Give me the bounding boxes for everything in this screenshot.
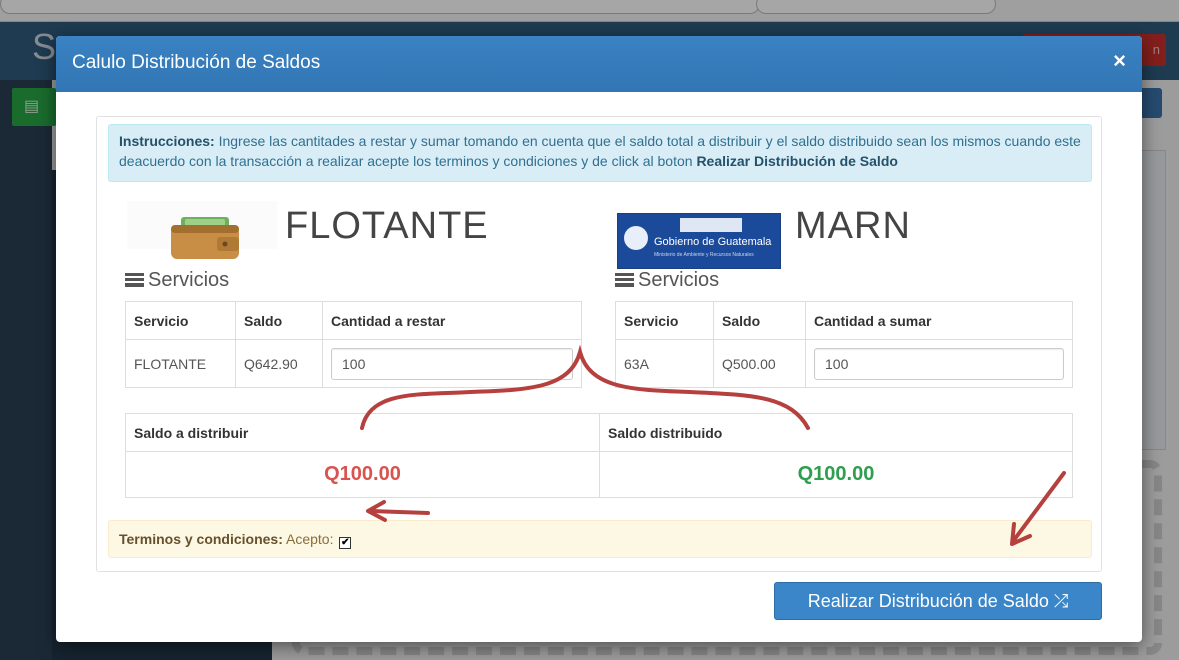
building-icon — [680, 218, 742, 232]
cell-servicio: 63A — [615, 339, 714, 388]
modal-header: Calulo Distribución de Saldos × — [56, 36, 1142, 92]
saldo-distribuido-header: Saldo distribuido — [599, 413, 1073, 452]
modal-body: Instrucciones: Ingrese las cantitades a … — [96, 116, 1102, 572]
terms-accept-label: Acepto: — [282, 531, 334, 547]
terms-checkbox[interactable]: ✔ — [339, 537, 352, 549]
col-saldo: Saldo — [713, 301, 806, 340]
instructions-action-name: Realizar Distribución de Saldo — [696, 153, 898, 169]
close-icon[interactable]: × — [1113, 48, 1126, 74]
list-icon — [615, 273, 634, 287]
cell-cantidad — [322, 339, 582, 388]
right-services-table: Servicio Saldo Cantidad a sumar 63A Q500… — [615, 301, 1073, 388]
modal-title: Calulo Distribución de Saldos — [72, 52, 321, 73]
submit-label: Realizar Distribución de Saldo — [807, 591, 1049, 611]
col-cantidad-restar: Cantidad a restar — [322, 301, 582, 340]
left-services-heading: Servicios — [125, 269, 229, 292]
sumar-amount-input[interactable] — [814, 347, 1064, 380]
logo-text: Gobierno de Guatemala — [654, 236, 772, 248]
left-services-title: Servicios — [148, 269, 230, 291]
right-services-title: Servicios — [638, 269, 720, 291]
instructions-label: Instrucciones: — [119, 133, 215, 149]
terms-alert: Terminos y condiciones: Acepto: ✔ — [108, 520, 1092, 558]
saldo-distribuir-value: Q100.00 — [125, 451, 600, 498]
totals-table: Saldo a distribuir Saldo distribuido Q10… — [125, 413, 1073, 498]
random-icon: ⤮ — [1053, 591, 1069, 611]
saldo-distribuido-value: Q100.00 — [599, 451, 1073, 498]
cell-servicio: FLOTANTE — [125, 339, 236, 388]
cell-saldo: Q500.00 — [713, 339, 806, 388]
distribution-modal: Calulo Distribución de Saldos × Instrucc… — [56, 36, 1142, 642]
terms-label: Terminos y condiciones: — [119, 531, 283, 547]
cell-cantidad — [805, 339, 1073, 388]
left-services-table: Servicio Saldo Cantidad a restar FLOTANT… — [125, 301, 582, 388]
instructions-text: Ingrese las cantitades a restar y sumar … — [119, 133, 1081, 169]
saldo-distribuir-header: Saldo a distribuir — [125, 413, 600, 452]
logo-subtext: Ministerio de Ambiente y Recursos Natura… — [654, 252, 754, 258]
table-row: FLOTANTE Q642.90 — [125, 339, 582, 388]
left-brand-name: FLOTANTE — [285, 205, 489, 247]
seal-icon — [624, 226, 648, 250]
right-brand-name: MARN — [795, 205, 911, 247]
col-servicio: Servicio — [615, 301, 714, 340]
col-servicio: Servicio — [125, 301, 236, 340]
realizar-distribucion-button[interactable]: Realizar Distribución de Saldo ⤮ — [774, 582, 1102, 620]
gobierno-logo: Gobierno de Guatemala Ministerio de Ambi… — [617, 213, 781, 269]
cell-saldo: Q642.90 — [235, 339, 323, 388]
right-services-heading: Servicios — [615, 269, 719, 292]
restar-amount-input[interactable] — [331, 347, 573, 380]
col-saldo: Saldo — [235, 301, 323, 340]
wallet-icon — [171, 217, 239, 259]
col-cantidad-sumar: Cantidad a sumar — [805, 301, 1073, 340]
table-row: 63A Q500.00 — [615, 339, 1073, 388]
instructions-alert: Instrucciones: Ingrese las cantitades a … — [108, 124, 1092, 182]
list-icon — [125, 273, 144, 287]
